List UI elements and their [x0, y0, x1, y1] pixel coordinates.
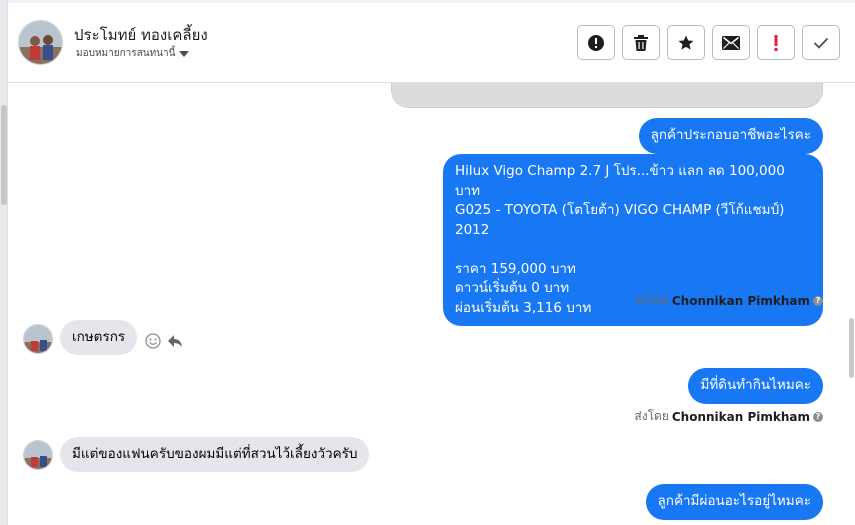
contact-avatar-small[interactable] — [23, 324, 53, 354]
incoming-message[interactable]: มีแต่ของแฟนครับของผมมีแต่ที่สวนไว้เลี้ยง… — [60, 437, 370, 472]
reply-icon[interactable] — [167, 333, 183, 349]
sent-by-label: ส่งโดย Chonnikan Pimkham ? — [634, 291, 823, 310]
thread-scrollbar[interactable] — [848, 83, 855, 525]
mark-unread-button[interactable] — [712, 25, 750, 60]
thread-scroll-thumb[interactable] — [849, 318, 854, 378]
star-icon — [678, 35, 694, 50]
left-scroll-thumb[interactable] — [1, 105, 7, 205]
assign-label: มอบหมายการสนทนานี้ — [76, 48, 176, 59]
emoji-reaction-icon[interactable] — [145, 333, 161, 349]
left-scroll-track[interactable] — [0, 0, 8, 525]
conversation-actions — [577, 25, 840, 60]
help-icon[interactable]: ? — [813, 411, 823, 422]
sent-by-name[interactable]: Chonnikan Pimkham — [672, 294, 810, 308]
help-icon[interactable]: ? — [813, 295, 823, 306]
contact-avatar-small[interactable] — [23, 440, 53, 470]
conversation-header: ประโมทย์ ทองเคลี้ยง มอบหมายการสนทนานี้ — [8, 0, 855, 83]
envelope-icon — [722, 35, 740, 50]
contact-avatar[interactable] — [18, 20, 63, 65]
check-icon — [813, 37, 829, 49]
delete-button[interactable] — [622, 25, 660, 60]
alert-circle-icon — [588, 34, 604, 51]
spam-button[interactable] — [577, 25, 615, 60]
outgoing-message[interactable]: ลูกค้ามีผ่อนอะไรอยู่ไหมคะ — [645, 484, 823, 520]
mark-done-button[interactable] — [802, 25, 840, 60]
message-thread[interactable]: ลูกค้าประกอบอาชีพอะไรคะ Hilux Vigo Champ… — [8, 83, 848, 525]
message-tools — [145, 333, 183, 349]
sent-by-name[interactable]: Chonnikan Pimkham — [672, 410, 810, 424]
outgoing-message[interactable]: ลูกค้าประกอบอาชีพอะไรคะ — [638, 118, 823, 154]
sent-by-prefix: ส่งโดย — [634, 293, 669, 307]
contact-name: ประโมทย์ ทองเคลี้ยง — [74, 26, 208, 44]
trash-icon — [634, 34, 648, 51]
mark-important-button[interactable] — [757, 25, 795, 60]
caret-down-icon — [179, 50, 190, 57]
attachment-image-preview[interactable] — [391, 83, 823, 108]
sent-by-prefix: ส่งโดย — [634, 409, 669, 423]
incoming-message[interactable]: เกษตรกร — [60, 320, 138, 355]
exclamation-icon — [774, 34, 778, 51]
star-button[interactable] — [667, 25, 705, 60]
assign-conversation-dropdown[interactable]: มอบหมายการสนทนานี้ — [76, 46, 190, 61]
sent-by-label: ส่งโดย Chonnikan Pimkham ? — [634, 407, 823, 426]
outgoing-message[interactable]: มีที่ดินทำกินไหมคะ — [688, 368, 823, 404]
